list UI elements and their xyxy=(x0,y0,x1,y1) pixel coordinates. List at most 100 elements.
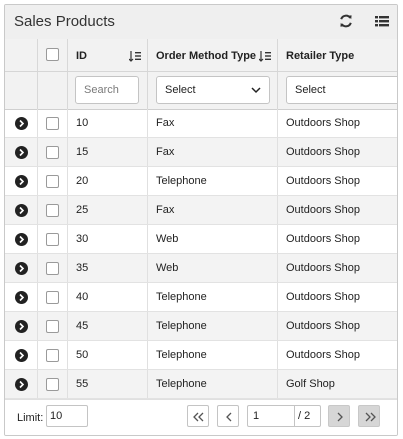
row-checkbox[interactable] xyxy=(46,146,59,159)
row-expand-cell xyxy=(5,167,38,195)
first-page-button[interactable] xyxy=(187,405,209,427)
limit-input[interactable]: 10 xyxy=(46,405,88,427)
row-expand-cell xyxy=(5,109,38,137)
table-row[interactable]: 20 Telephone Outdoors Shop xyxy=(5,167,397,196)
expand-row-icon[interactable] xyxy=(15,146,28,159)
table-row[interactable]: 50 Telephone Outdoors Shop xyxy=(5,341,397,370)
row-checkbox[interactable] xyxy=(46,233,59,246)
row-retailer-type: Outdoors Shop xyxy=(286,320,360,332)
header-order-method-label: Order Method Type xyxy=(156,50,257,62)
row-order-method: Fax xyxy=(148,196,278,224)
row-order-method: Telephone xyxy=(148,312,278,340)
row-retailer-type: Outdoors Shop xyxy=(286,117,360,129)
row-expand-cell xyxy=(5,138,38,166)
chevron-down-icon xyxy=(251,77,261,113)
row-retailer-type: Outdoors Shop xyxy=(286,262,360,274)
last-page-button[interactable] xyxy=(358,405,380,427)
filter-order-method-col: Select xyxy=(148,72,278,109)
row-order-method: Telephone xyxy=(148,283,278,311)
row-id: 25 xyxy=(68,196,148,224)
header-select-col xyxy=(38,39,68,71)
table-row[interactable]: 45 Telephone Outdoors Shop xyxy=(5,312,397,341)
table-row[interactable]: 10 Fax Outdoors Shop xyxy=(5,109,397,138)
expand-row-icon[interactable] xyxy=(15,262,28,275)
chevron-right-icon xyxy=(337,412,343,422)
expand-row-icon[interactable] xyxy=(15,117,28,130)
row-checkbox[interactable] xyxy=(46,378,59,391)
row-checkbox[interactable] xyxy=(46,117,59,130)
sales-products-panel: Sales Products ID Order Method Type Reta… xyxy=(4,4,398,436)
filter-retailer-col: Select xyxy=(278,72,397,109)
header-id[interactable]: ID xyxy=(68,39,148,71)
expand-row-icon[interactable] xyxy=(15,320,28,333)
header-retailer-type-label: Retailer Type xyxy=(286,50,355,62)
row-id: 20 xyxy=(68,167,148,195)
row-checkbox[interactable] xyxy=(46,291,59,304)
row-select-cell xyxy=(38,196,68,224)
row-expand-cell xyxy=(5,283,38,311)
filter-select-col xyxy=(38,72,68,109)
double-chevron-left-icon xyxy=(193,412,204,422)
sort-icon[interactable] xyxy=(258,50,271,62)
table-row[interactable]: 30 Web Outdoors Shop xyxy=(5,225,397,254)
header-order-method[interactable]: Order Method Type xyxy=(148,39,278,71)
retailer-type-select[interactable]: Select xyxy=(286,76,397,104)
row-id: 10 xyxy=(68,109,148,137)
expand-row-icon[interactable] xyxy=(15,291,28,304)
row-select-cell xyxy=(38,225,68,253)
double-chevron-right-icon xyxy=(365,412,376,422)
row-checkbox[interactable] xyxy=(46,320,59,333)
row-id: 55 xyxy=(68,370,148,398)
row-select-cell xyxy=(38,312,68,340)
expand-row-icon[interactable] xyxy=(15,378,28,391)
table-row[interactable]: 40 Telephone Outdoors Shop xyxy=(5,283,397,312)
row-retailer-type: Outdoors Shop xyxy=(286,291,360,303)
previous-page-button[interactable] xyxy=(217,405,239,427)
row-checkbox[interactable] xyxy=(46,175,59,188)
panel-title: Sales Products xyxy=(14,13,115,30)
chevron-left-icon xyxy=(226,412,232,422)
select-all-checkbox[interactable] xyxy=(46,48,59,61)
row-checkbox[interactable] xyxy=(46,349,59,362)
row-id: 15 xyxy=(68,138,148,166)
row-select-cell xyxy=(38,109,68,137)
row-select-cell xyxy=(38,167,68,195)
row-order-method: Telephone xyxy=(148,341,278,369)
filter-id-col: Search xyxy=(68,72,148,109)
row-id: 50 xyxy=(68,341,148,369)
expand-row-icon[interactable] xyxy=(15,349,28,362)
expand-row-icon[interactable] xyxy=(15,175,28,188)
row-checkbox[interactable] xyxy=(46,262,59,275)
panel-titlebar: Sales Products xyxy=(5,5,397,40)
table-row[interactable]: 35 Web Outdoors Shop xyxy=(5,254,397,283)
table-row[interactable]: 15 Fax Outdoors Shop xyxy=(5,138,397,167)
table-row[interactable]: 25 Fax Outdoors Shop xyxy=(5,196,397,225)
next-page-button[interactable] xyxy=(328,405,350,427)
row-expand-cell xyxy=(5,370,38,398)
id-search-input[interactable]: Search xyxy=(75,76,139,104)
filter-expand-col xyxy=(5,72,38,109)
row-expand-cell xyxy=(5,254,38,282)
header-retailer-type[interactable]: Retailer Type xyxy=(278,39,397,71)
row-expand-cell xyxy=(5,341,38,369)
list-icon[interactable] xyxy=(373,12,391,30)
table-row[interactable]: 55 Telephone Golf Shop xyxy=(5,370,397,399)
row-expand-cell xyxy=(5,225,38,253)
row-retailer-type: Golf Shop xyxy=(286,378,335,390)
refresh-icon[interactable] xyxy=(337,12,355,30)
page-number-input[interactable]: 1 xyxy=(247,405,295,427)
row-order-method: Telephone xyxy=(148,370,278,398)
order-method-select[interactable]: Select xyxy=(156,76,270,104)
row-retailer-type: Outdoors Shop xyxy=(286,204,360,216)
header-id-label: ID xyxy=(76,50,87,62)
row-id: 35 xyxy=(68,254,148,282)
row-retailer-type: Outdoors Shop xyxy=(286,349,360,361)
row-id: 30 xyxy=(68,225,148,253)
expand-row-icon[interactable] xyxy=(15,233,28,246)
expand-row-icon[interactable] xyxy=(15,204,28,217)
sort-icon[interactable] xyxy=(128,50,141,62)
row-order-method: Web xyxy=(148,225,278,253)
row-order-method: Fax xyxy=(148,109,278,137)
row-select-cell xyxy=(38,138,68,166)
row-checkbox[interactable] xyxy=(46,204,59,217)
